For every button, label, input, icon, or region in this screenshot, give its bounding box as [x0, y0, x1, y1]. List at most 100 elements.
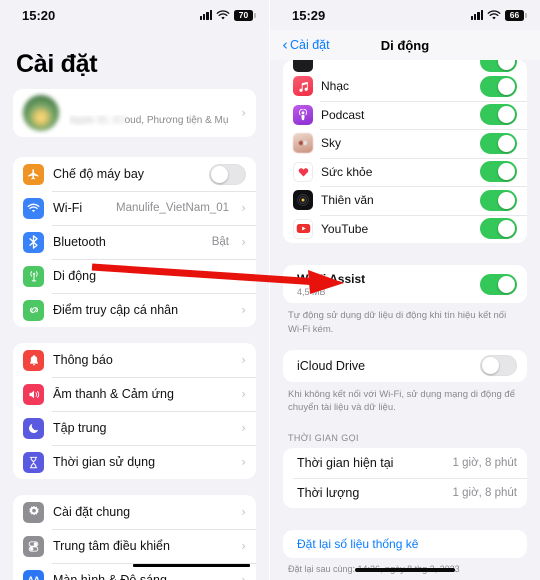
- wifi-icon: [487, 9, 501, 19]
- call-time-label: Thời lượng: [297, 486, 360, 501]
- sidebar-item-airplane-mode[interactable]: Chế độ máy bay: [13, 157, 256, 191]
- row-label: Điểm truy cập cá nhân: [53, 303, 179, 317]
- account-subtitle-visible: oud, Phương tiện & Mục mua: [124, 114, 229, 126]
- settings-group-general: Cài đặt chung › Trung tâm điều khiển › A…: [13, 495, 256, 580]
- wifi-assist-toggle[interactable]: [480, 273, 517, 295]
- wifi-assist-row[interactable]: Wi-Fi Assist 4,5 MB: [283, 265, 527, 303]
- sidebar-item-focus[interactable]: Tập trung ›: [13, 411, 256, 445]
- sidebar-item-cellular[interactable]: Di động ›: [13, 259, 256, 293]
- sidebar-item-screen-time[interactable]: Thời gian sử dụng ›: [13, 445, 256, 479]
- app-row-podcast[interactable]: Podcast: [283, 100, 527, 130]
- row-label: Thời gian sử dụng: [53, 455, 156, 469]
- chevron-right-icon: ›: [241, 353, 246, 367]
- app-toggle-youtube[interactable]: [480, 218, 517, 240]
- row-label: Trung tâm điều khiển: [53, 539, 170, 553]
- row-label: Thông báo: [53, 353, 113, 367]
- app-toggle-stargazing[interactable]: [480, 189, 517, 211]
- app-row-health[interactable]: Sức khỏe: [283, 157, 527, 187]
- icloud-drive-row[interactable]: iCloud Drive: [283, 350, 527, 382]
- sidebar-item-personal-hotspot[interactable]: Điểm truy cập cá nhân ›: [13, 293, 256, 327]
- dual-phone-screenshot: 15:20 70 Cài đặt Apple ID, iCloud, Phươn…: [0, 0, 540, 580]
- app-toggle-podcast[interactable]: [480, 104, 517, 126]
- left-status-time: 15:20: [22, 7, 56, 23]
- chevron-right-icon: ›: [241, 455, 246, 469]
- toggle-knob: [498, 60, 515, 70]
- display-brightness-icon: AA: [23, 569, 44, 580]
- app-label: Sức khỏe: [321, 164, 373, 179]
- cellular-apps-group: Nhạc Podcast Sky Sức khỏe Thiên văn YouT…: [283, 72, 527, 243]
- app-label: Podcast: [321, 107, 365, 122]
- wifi-assist-note: Tự động sử dụng dữ liệu di động khi tín …: [288, 310, 507, 335]
- bell-icon: [23, 349, 44, 371]
- call-time-section-header: THỜI GIAN GỌI: [288, 433, 359, 444]
- chevron-right-icon: ›: [241, 421, 246, 435]
- youtube-app-icon: [293, 218, 313, 239]
- reset-statistics-button[interactable]: Đặt lại số liệu thống kê: [283, 530, 527, 558]
- chevron-right-icon: ›: [241, 505, 246, 519]
- wifi-assist-text: Wi-Fi Assist 4,5 MB: [297, 272, 474, 297]
- wifi-assist-label: Wi-Fi Assist: [297, 271, 366, 286]
- hourglass-icon: [23, 451, 44, 473]
- app-toggle-music[interactable]: [480, 75, 517, 97]
- app-toggle-sky[interactable]: [480, 132, 517, 154]
- health-app-icon: [293, 161, 313, 182]
- app-row-sky[interactable]: Sky: [283, 129, 527, 158]
- sidebar-item-bluetooth[interactable]: Bluetooth Bật ›: [13, 225, 256, 259]
- redaction-bar-home-screen: [133, 564, 250, 567]
- sidebar-item-control-center[interactable]: Trung tâm điều khiển ›: [13, 529, 256, 563]
- call-time-row-lifetime: Thời lượng 1 giờ, 8 phút: [283, 478, 527, 508]
- app-label: YouTube: [321, 221, 369, 236]
- toggle-knob: [498, 191, 515, 209]
- app-toggle-partial[interactable]: [480, 60, 517, 72]
- row-label: Di động: [53, 269, 97, 283]
- scroll-area[interactable]: Nhạc Podcast Sky Sức khỏe Thiên văn YouT…: [270, 60, 540, 580]
- reset-statistics-label: Đặt lại số liệu thống kê: [297, 537, 419, 552]
- airplane-mode-toggle[interactable]: [209, 163, 246, 185]
- sidebar-item-wifi[interactable]: Wi-Fi Manulife_VietNam_01 ›: [13, 191, 256, 225]
- bluetooth-icon: [23, 231, 44, 253]
- right-status-time: 15:29: [292, 7, 326, 23]
- gear-icon: [23, 501, 44, 523]
- row-label: Cài đặt chung: [53, 505, 131, 519]
- chevron-right-icon: ›: [241, 387, 246, 401]
- chevron-right-icon: ›: [241, 269, 246, 283]
- control-center-icon: [23, 535, 44, 557]
- app-toggle-health[interactable]: [480, 161, 517, 183]
- home-indicator: [355, 568, 455, 572]
- wifi-assist-group: Wi-Fi Assist 4,5 MB: [283, 265, 527, 303]
- account-text: Apple ID, iCloud, Phương tiện & Mục mua: [69, 101, 229, 126]
- app-row-stargazing[interactable]: Thiên văn: [283, 186, 527, 215]
- sidebar-item-notifications[interactable]: Thông báo ›: [13, 343, 256, 377]
- icloud-drive-toggle[interactable]: [480, 355, 517, 377]
- left-phone-panel: 15:20 70 Cài đặt Apple ID, iCloud, Phươn…: [0, 0, 270, 580]
- row-label: Màn hình & Độ sáng: [53, 573, 167, 580]
- settings-group-notifications: Thông báo › Âm thanh & Cảm ứng › Tập tru…: [13, 343, 256, 479]
- sidebar-item-sounds-haptics[interactable]: Âm thanh & Cảm ứng ›: [13, 377, 256, 411]
- back-button[interactable]: ‹ Cài đặt: [282, 37, 330, 53]
- music-app-icon: [293, 76, 313, 97]
- moon-icon: [23, 417, 44, 439]
- call-time-value: 1 giờ, 8 phút: [452, 457, 517, 470]
- partial-app-row-cutoff[interactable]: [283, 60, 527, 72]
- left-status-indicators: 70: [199, 9, 256, 21]
- sidebar-item-general[interactable]: Cài đặt chung ›: [13, 495, 256, 529]
- right-status-indicators: 66: [470, 9, 527, 21]
- cellular-bars-icon: [470, 10, 483, 20]
- battery-indicator: 70: [234, 9, 256, 21]
- hotspot-icon: [23, 299, 44, 321]
- toggle-knob: [498, 77, 515, 95]
- settings-group-connectivity: Chế độ máy bay Wi-Fi Manulife_VietNam_01…: [13, 157, 256, 327]
- row-value: Manulife_VietNam_01: [116, 202, 229, 214]
- avatar: [23, 95, 59, 131]
- podcasts-app-icon: [293, 104, 313, 125]
- app-row-youtube[interactable]: YouTube: [283, 214, 527, 244]
- app-row-music[interactable]: Nhạc: [283, 72, 527, 101]
- chevron-right-icon: ›: [241, 303, 246, 317]
- row-label: Chế độ máy bay: [53, 167, 145, 181]
- toggle-knob: [498, 106, 515, 124]
- apple-account-card[interactable]: Apple ID, iCloud, Phương tiện & Mục mua …: [13, 89, 256, 137]
- account-subtitle: Apple ID, iCloud, Phương tiện & Mục mua: [69, 115, 229, 126]
- row-label: Bluetooth: [53, 235, 106, 249]
- toggle-knob: [498, 275, 515, 293]
- toggle-knob: [498, 220, 515, 238]
